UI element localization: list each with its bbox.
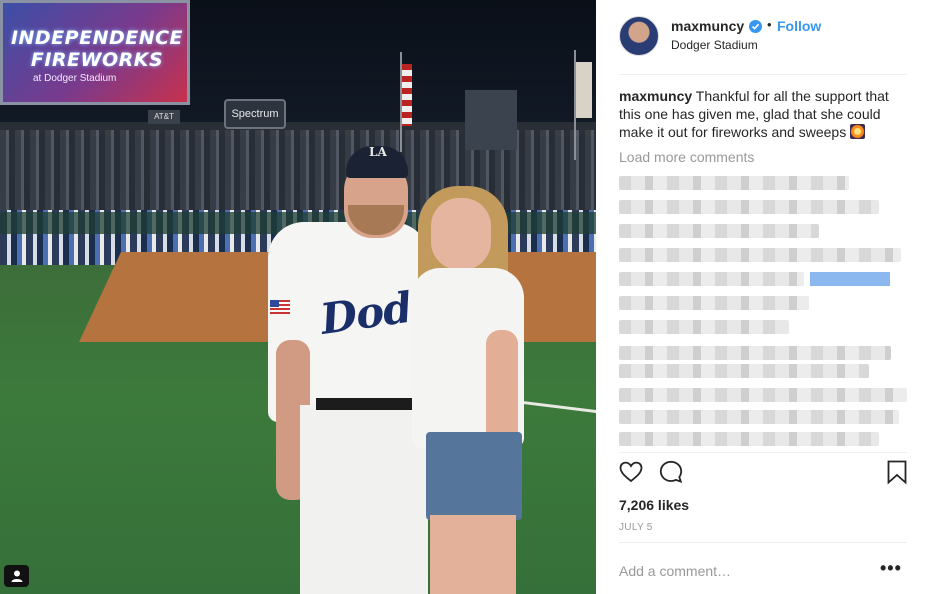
post-sidebar: maxmuncy • Follow Dodger Stadium maxmunc… (596, 0, 926, 594)
comment-divider (619, 542, 907, 543)
caption-username[interactable]: maxmuncy (619, 88, 692, 104)
action-bar (596, 459, 926, 493)
woman-legs (430, 515, 516, 594)
spectrum-sign: Spectrum (224, 99, 286, 129)
actions-divider (619, 452, 907, 453)
player-belt (316, 398, 412, 410)
comment-button[interactable] (658, 459, 686, 487)
blurred-comment (619, 364, 869, 378)
blurred-comment (619, 224, 819, 238)
california-flag (576, 62, 592, 118)
cap-logo: LA (369, 145, 387, 159)
blurred-comment (619, 320, 789, 334)
header-username[interactable]: maxmuncy (671, 18, 744, 34)
blurred-comment (619, 200, 879, 214)
follow-button[interactable]: Follow (777, 18, 821, 34)
location-link[interactable]: Dodger Stadium (671, 38, 758, 52)
blurred-mention (810, 272, 890, 286)
caption: maxmuncy Thankful for all the support th… (619, 87, 911, 141)
user-tag-button[interactable] (4, 565, 29, 587)
save-button[interactable] (884, 459, 912, 487)
blurred-comment (619, 410, 899, 424)
likes-count[interactable]: 7,206 likes (619, 497, 689, 513)
post-header: maxmuncy • Follow Dodger Stadium (596, 0, 926, 74)
player-pants (300, 405, 428, 594)
us-flag (402, 64, 412, 126)
blurred-comment (619, 296, 809, 310)
blurred-comment (619, 272, 804, 286)
post-date[interactable]: JULY 5 (619, 522, 653, 533)
avatar[interactable] (619, 16, 659, 56)
scoreboard: INDEPENDENCE FIREWORKS at Dodger Stadium (0, 0, 190, 105)
bookmark-icon (887, 460, 907, 485)
woman-face (431, 198, 491, 270)
flag-patch (270, 300, 290, 314)
comment-icon (659, 460, 683, 484)
blurred-comment (619, 388, 907, 402)
comment-input[interactable] (619, 562, 859, 580)
separator-dot: • (767, 17, 772, 32)
header-divider (619, 74, 907, 75)
verified-badge-icon (749, 20, 762, 33)
like-button[interactable] (618, 459, 646, 487)
stadium-pavilion (465, 90, 517, 150)
blurred-comment (619, 346, 891, 360)
person-icon (11, 570, 22, 582)
att-sign: AT&T (148, 110, 180, 124)
more-options-button[interactable]: ••• (880, 558, 902, 579)
blurred-comment (619, 432, 879, 446)
scoreboard-subtitle: at Dodger Stadium (33, 73, 117, 84)
scoreboard-title: INDEPENDENCE FIREWORKS (10, 27, 184, 71)
blurred-comment (619, 248, 901, 262)
blurred-comment (619, 176, 849, 190)
fireworks-emoji-icon (850, 124, 866, 139)
woman-shorts (426, 432, 522, 520)
heart-icon (619, 461, 643, 483)
post-photo[interactable]: INDEPENDENCE FIREWORKS at Dodger Stadium… (0, 0, 596, 594)
load-more-comments-link[interactable]: Load more comments (619, 149, 754, 165)
